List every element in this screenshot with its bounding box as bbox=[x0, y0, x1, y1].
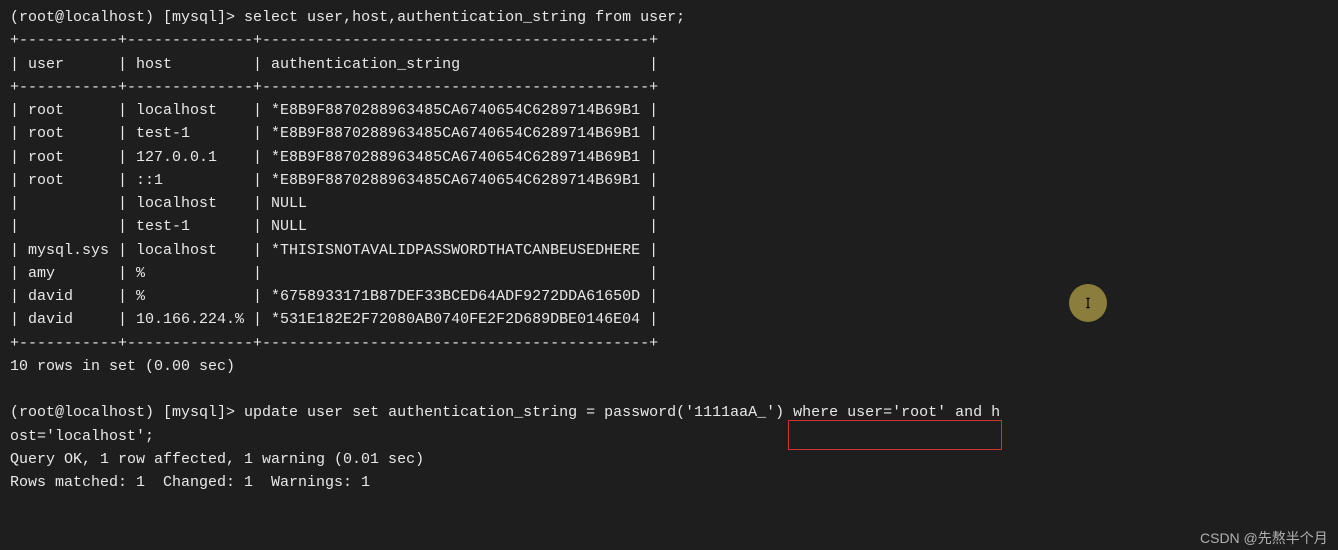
table-row: | root | ::1 | *E8B9F8870288963485CA6740… bbox=[10, 172, 658, 189]
table-row: | | localhost | NULL | bbox=[10, 195, 658, 212]
query-result: Rows matched: 1 Changed: 1 Warnings: 1 bbox=[10, 474, 370, 491]
sql-command-wrap: ost='localhost'; bbox=[10, 428, 154, 445]
table-row: | root | 127.0.0.1 | *E8B9F8870288963485… bbox=[10, 149, 658, 166]
watermark-text: CSDN @先熬半个月 bbox=[1200, 528, 1328, 550]
prompt: (root@localhost) [mysql]> bbox=[10, 9, 244, 26]
query-summary: 10 rows in set (0.00 sec) bbox=[10, 358, 235, 375]
sql-command-part: update user set authentication_string = bbox=[244, 404, 604, 421]
sql-command: select user,host,authentication_string f… bbox=[244, 9, 685, 26]
table-border: +-----------+--------------+------------… bbox=[10, 32, 658, 49]
table-row: | mysql.sys | localhost | *THISISNOTAVAL… bbox=[10, 242, 658, 259]
table-row: | amy | % | | bbox=[10, 265, 658, 282]
table-row: | david | 10.166.224.% | *531E182E2F7208… bbox=[10, 311, 658, 328]
terminal-output[interactable]: (root@localhost) [mysql]> select user,ho… bbox=[10, 6, 1328, 494]
query-result: Query OK, 1 row affected, 1 warning (0.0… bbox=[10, 451, 424, 468]
table-row: | | test-1 | NULL | bbox=[10, 218, 658, 235]
table-border: +-----------+--------------+------------… bbox=[10, 335, 658, 352]
table-border: +-----------+--------------+------------… bbox=[10, 79, 658, 96]
sql-command-part: where user='root' and h bbox=[784, 404, 1000, 421]
table-row: | david | % | *6758933171B87DEF33BCED64A… bbox=[10, 288, 658, 305]
table-row: | root | localhost | *E8B9F8870288963485… bbox=[10, 102, 658, 119]
prompt: (root@localhost) [mysql]> bbox=[10, 404, 244, 421]
table-header: | user | host | authentication_string | bbox=[10, 56, 658, 73]
table-row: | root | test-1 | *E8B9F8870288963485CA6… bbox=[10, 125, 658, 142]
sql-password-call: password('1111aaA_') bbox=[604, 404, 784, 421]
